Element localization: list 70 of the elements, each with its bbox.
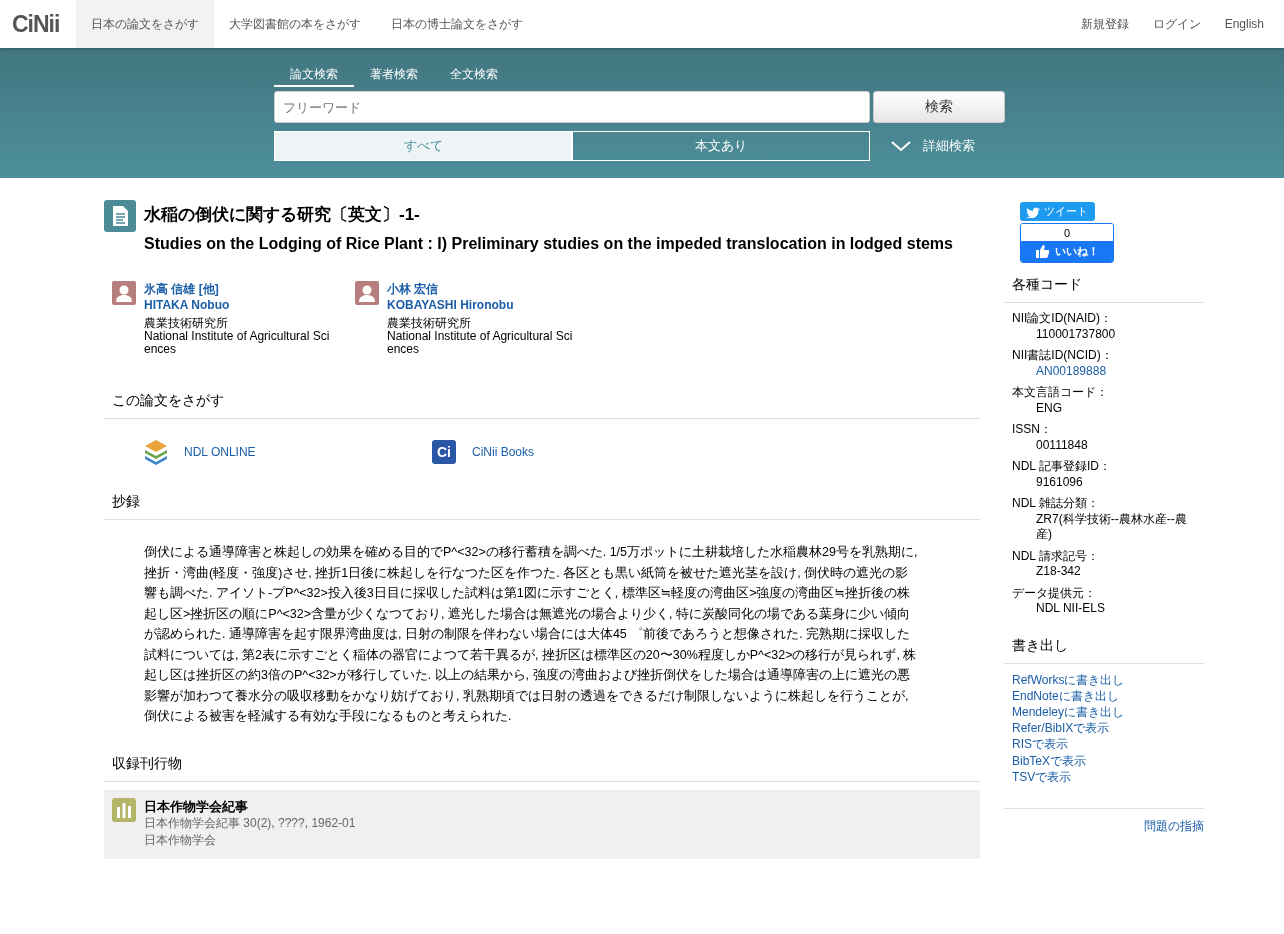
code-value: ZR7(科学技術--農林水産--農産): [1035, 511, 1188, 543]
code-link[interactable]: AN00189888: [1012, 363, 1196, 379]
code-label: NII書誌ID(NCID)：: [1012, 348, 1114, 364]
author-name[interactable]: 小林 宏信: [387, 281, 579, 298]
code-value: Z18-342: [1035, 564, 1082, 580]
nav-tab[interactable]: 大学図書館の本をさがす: [214, 0, 377, 48]
author-name-english[interactable]: KOBAYASHI Hironobu: [387, 298, 579, 312]
export-link[interactable]: TSVで表示: [1012, 768, 1196, 785]
code-label: NDL 請求記号：: [1012, 548, 1100, 564]
code-value: NDL NII-ELS: [1035, 601, 1106, 617]
author-affiliation: 農業技術研究所: [144, 317, 229, 330]
code-value: 00111848: [1035, 437, 1089, 453]
export-link[interactable]: Refer/BibIXで表示: [1012, 720, 1196, 737]
export-link[interactable]: Mendeleyに書き出し: [1012, 703, 1196, 721]
like-button[interactable]: いいね！: [1021, 241, 1113, 262]
journal-publisher: 日本作物学会: [144, 831, 217, 849]
logo-icon: Ci: [432, 440, 456, 464]
search-tab[interactable]: 全文検索: [434, 62, 514, 87]
author-affiliation-english: National Institute of Agricultural Sciences: [387, 330, 574, 356]
section-heading: 各種コード: [1004, 276, 1204, 303]
report-link[interactable]: 問題の指摘: [1004, 807, 1204, 835]
code-label: NDL 記事登録ID：: [1012, 459, 1112, 475]
code-label: NII論文ID(NAID)：: [1012, 311, 1113, 327]
author-affiliation: 農業技術研究所: [387, 317, 472, 330]
journal-title[interactable]: 日本作物学会紀事: [144, 797, 356, 815]
article-title: 水稲の倒伏に関する研究〔英文〕-1-: [144, 204, 421, 226]
avatar-icon: [355, 281, 379, 305]
section-heading: この論文をさがす: [104, 392, 980, 419]
advanced-search-link[interactable]: 詳細検索: [891, 137, 975, 155]
header-link[interactable]: English: [1212, 0, 1284, 48]
logo[interactable]: CiNii: [0, 0, 77, 48]
filter-toggle[interactable]: すべて: [274, 131, 572, 161]
bar-chart-icon: [112, 797, 136, 822]
header-link[interactable]: ログイン: [1140, 0, 1213, 48]
chevron-down-icon: [891, 140, 911, 152]
code-value: 9161096: [1035, 474, 1084, 490]
database-link[interactable]: NDL ONLINE: [144, 439, 432, 465]
code-label: ISSN：: [1012, 422, 1053, 438]
abstract-text: 倒伏による通導障害と株起しの効果を確める目的でP^<32>の移行蓄積を調べた. 1/5万ポットに土耕栽培した水稲農林29号を乳熟期に, 挫折・湾曲(軽度・強度)させ, 挫折1日後に株起しを行なつた区を作つた. 各区とも黒い紙筒を被せた遮光茎を設け, 倒伏時の遮光の影響も調べた. アイソト-プP^<32>投入後3日目に採収した試料は第1図に示すごとく, 標準区≒軽度の湾曲区>強度の湾曲区≒挫折後の株起し区>挫折区の順にP^<32>含量が少くなつており, 遮光した場合は無遮光の場合より少く, 特に炭酸同化の場である葉身に少い傾向が認められた. 通導障害を起す限界湾曲度は, 日射の制限を伴わない場合には大体45 ゜前後であろうと想像された. 完熟期に採収した試料については, 第2表に示すごとく稲体の器官によつて若干異るが, 挫折区は標準区の20〜30%程度しかP^<32>の移行が見られず, 株起し区は挫折区の約3倍のP^<32>が移行していた. 以上の結果から, 強度の湾曲および挫折倒伏をした場合は通導障害の上に遮光の悪影響が加わつて養水分の吸収移動をかなり妨げており, 乳熟期頃では日射の透過をできるだけ制限しないように株起しを行うことが, 倒伏による被害を軽減する有効な手段になるものと考えられた.: [143, 544, 919, 725]
code-value: 110001737800: [1035, 326, 1117, 342]
author-name-english[interactable]: HITAKA Nobuo: [144, 298, 336, 312]
avatar-icon: [112, 281, 136, 305]
bird-icon: [1026, 205, 1040, 218]
code-label: データ提供元：: [1012, 585, 1097, 601]
layers-icon: [144, 439, 168, 465]
nav-tab[interactable]: 日本の論文をさがす: [76, 0, 215, 48]
section-heading: 抄録: [104, 493, 980, 520]
nav-tab[interactable]: 日本の博士論文をさがす: [376, 0, 539, 48]
document-icon: [104, 200, 136, 232]
database-link[interactable]: Ci CiNii Books: [432, 439, 720, 465]
export-link[interactable]: BibTeXで表示: [1012, 752, 1196, 769]
search-button[interactable]: 検索: [873, 91, 1005, 123]
code-label: 本文言語コード：: [1012, 385, 1109, 401]
section-heading: 書き出し: [1004, 636, 1204, 664]
author-affiliation-english: National Institute of Agricultural Sciences: [144, 330, 331, 356]
section-heading: 収録刊行物: [104, 754, 980, 782]
search-tab[interactable]: 論文検索: [274, 62, 354, 87]
code-label: NDL 雑誌分類：: [1012, 496, 1100, 512]
export-link[interactable]: EndNoteに書き出し: [1012, 687, 1196, 704]
header-link[interactable]: 新規登録: [1068, 0, 1141, 48]
article-title-english: Studies on the Lodging of Rice Plant : I) Preliminary studies on the impeded translocation in lodged stems: [144, 234, 953, 254]
code-value: ENG: [1035, 400, 1063, 416]
journal-detail: 日本作物学会紀事 30(2), ????, 1962-01: [144, 814, 356, 832]
export-link[interactable]: RISで表示: [1012, 736, 1196, 753]
search-tab[interactable]: 著者検索: [354, 62, 434, 87]
export-link[interactable]: RefWorksに書き出し: [1012, 671, 1196, 688]
author-name[interactable]: 氷高 信雄 [他]: [144, 281, 336, 298]
filter-toggle[interactable]: 本文あり: [572, 131, 870, 161]
search-field[interactable]: フリーワード: [274, 91, 870, 123]
thumbs-up-icon: [1035, 245, 1050, 258]
